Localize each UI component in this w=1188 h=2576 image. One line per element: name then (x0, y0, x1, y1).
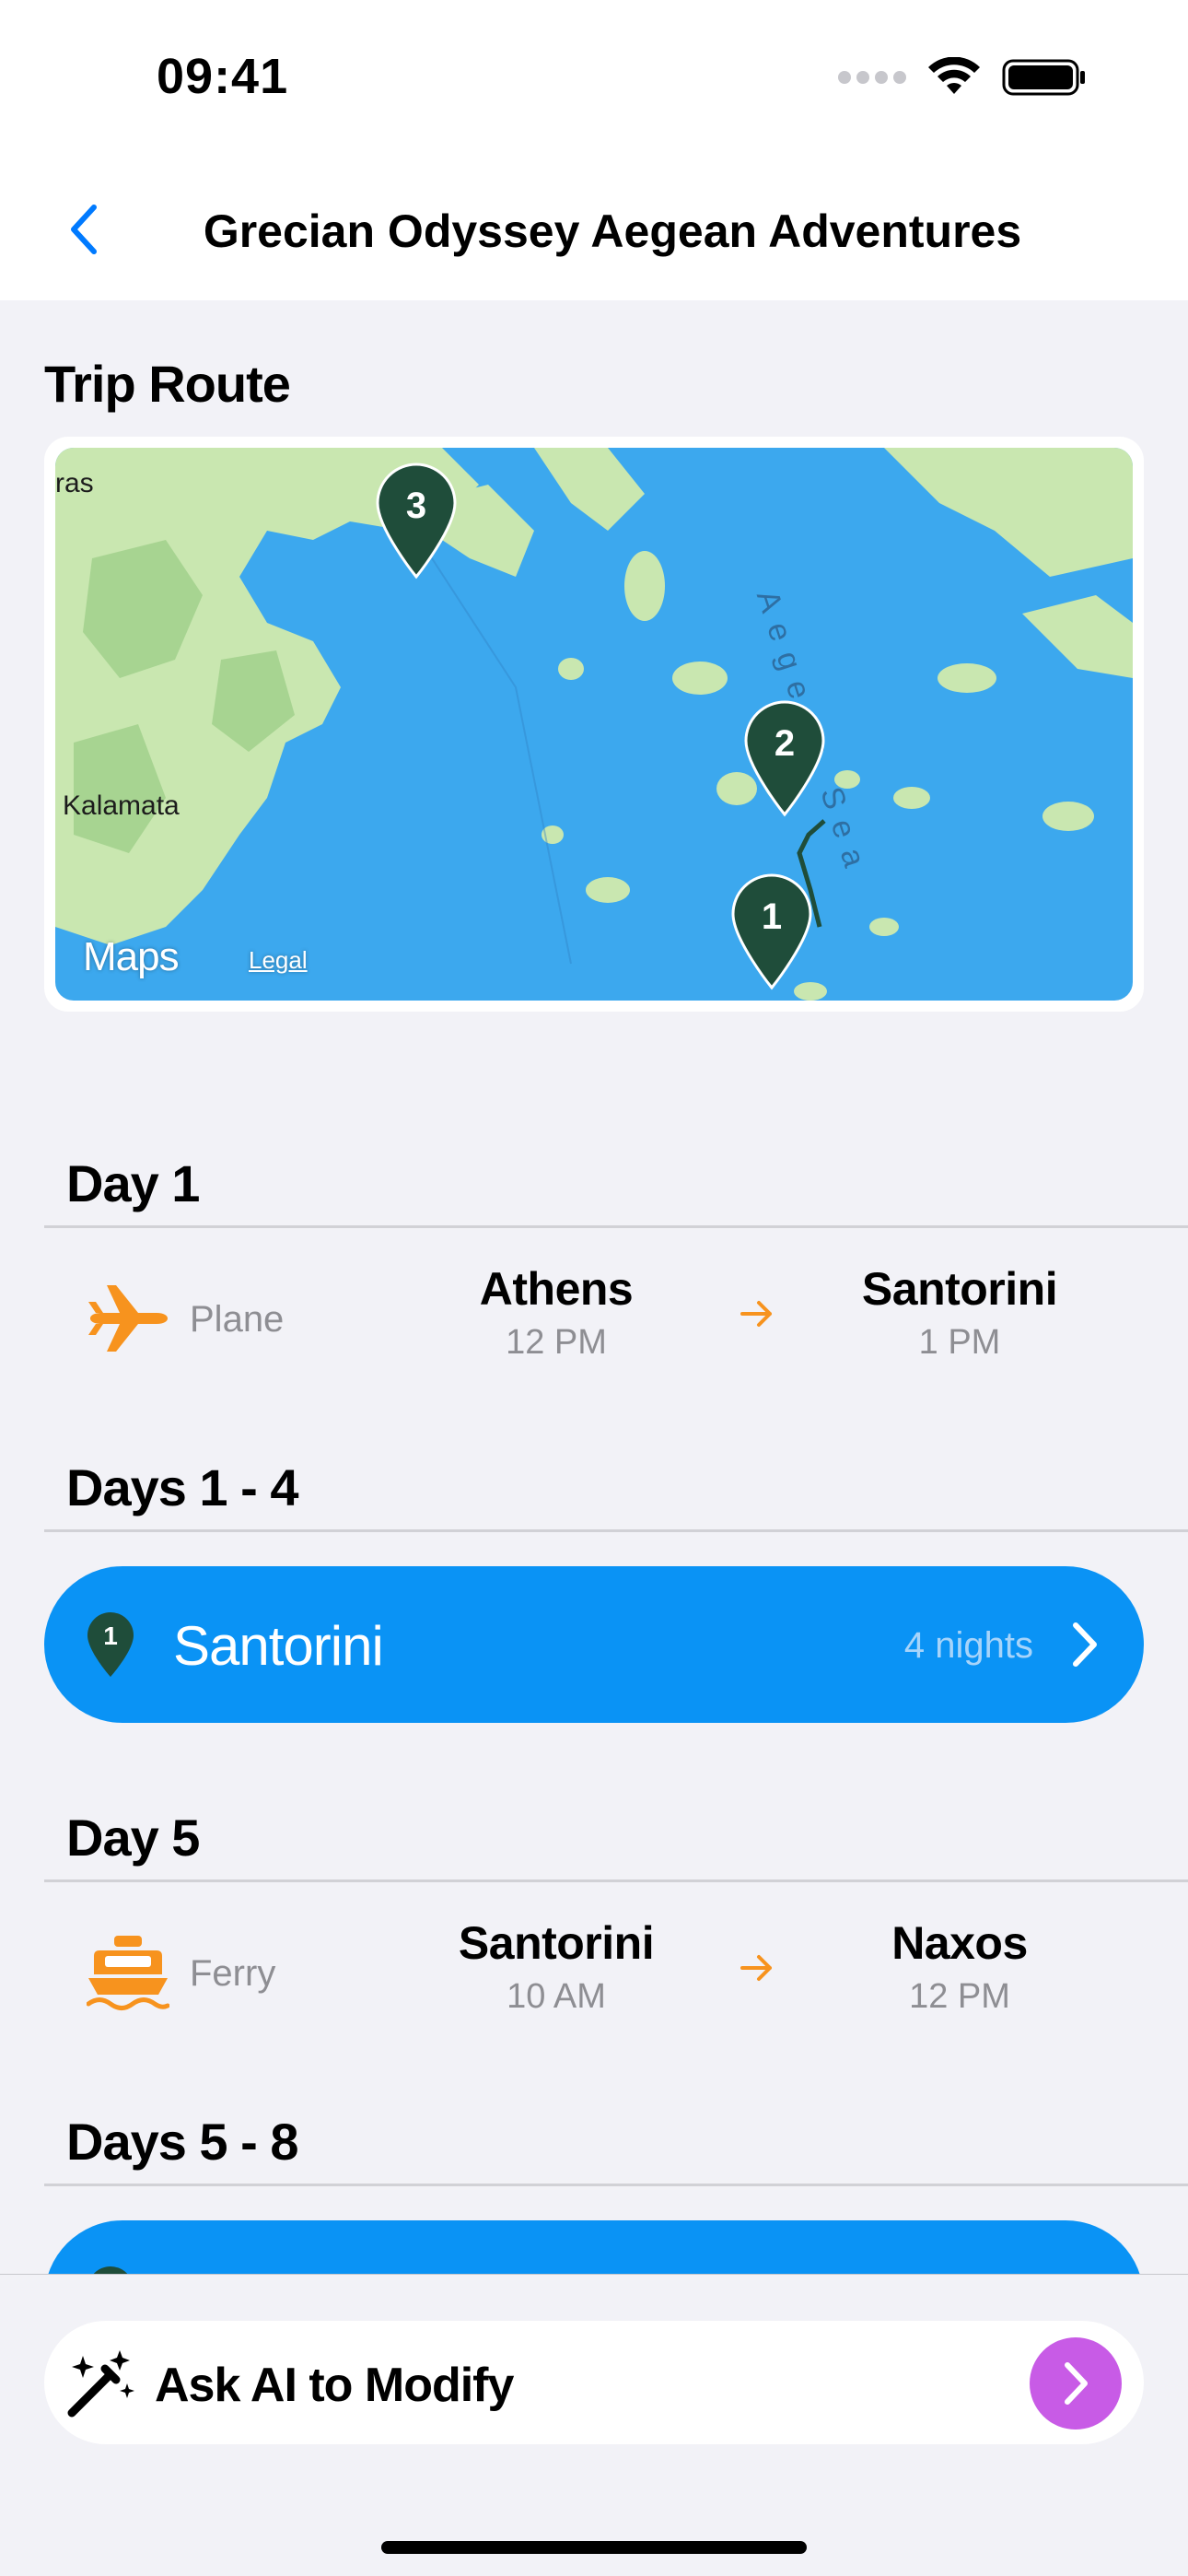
departure-city: Athens (479, 1263, 634, 1315)
arrival: Naxos 12 PM (821, 1916, 1098, 2017)
stay-city: Santorini (173, 1615, 384, 1677)
svg-text:1: 1 (762, 896, 782, 937)
map-city-label: ras (55, 468, 94, 498)
arrival-time: 1 PM (918, 1323, 1001, 1362)
page-title: Grecian Odyssey Aegean Adventures (203, 205, 1022, 257)
chevron-right-icon (1073, 1622, 1097, 1667)
svg-text:2: 2 (775, 723, 795, 764)
map-terrain (55, 448, 1133, 1001)
arrow-right-icon (740, 1301, 772, 1327)
map-pin-3[interactable]: 3 (372, 461, 460, 580)
ask-ai-submit-button[interactable] (1030, 2337, 1122, 2430)
svg-text:3: 3 (406, 486, 426, 526)
chevron-right-icon (1065, 2362, 1088, 2405)
navigation-bar: Grecian Odyssey Aegean Adventures (0, 157, 1188, 300)
divider (44, 1879, 1188, 1882)
ask-ai-label: Ask AI to Modify (155, 2359, 514, 2412)
transport-type: Ferry (190, 1953, 276, 1994)
map-pin-1[interactable]: 1 (728, 872, 816, 991)
transport-row-ferry[interactable]: Ferry Santorini 10 AM Naxos 12 PM (44, 1903, 1144, 2042)
arrival-city: Santorini (861, 1263, 1058, 1315)
magic-wand-icon (67, 2350, 134, 2418)
day-header: Day 5 (66, 1809, 200, 1867)
ask-ai-input[interactable]: Ask AI to Modify (44, 2321, 1144, 2444)
departure-time: 10 AM (507, 1977, 606, 2016)
divider (44, 1225, 1188, 1228)
departure: Santorini 10 AM (418, 1916, 694, 2017)
stay-card-santorini[interactable]: 1 Santorini 4 nights (44, 1566, 1144, 1723)
status-icons (838, 57, 1087, 98)
apple-maps-logo: Maps (83, 934, 180, 979)
home-indicator[interactable] (381, 2541, 807, 2554)
transport-row-plane[interactable]: Plane Athens 12 PM Santorini 1 PM (44, 1249, 1144, 1388)
battery-icon (1002, 59, 1085, 96)
ferry-icon (85, 1929, 171, 2016)
map-pin-2[interactable]: 2 (740, 698, 829, 818)
trip-route-title: Trip Route (44, 355, 291, 413)
status-bar: 09:41 (0, 0, 1188, 157)
route-map[interactable]: ras Kalamata Aegean Sea 3 2 1 Maps Legal (55, 448, 1133, 1001)
wifi-icon (928, 57, 980, 94)
divider (44, 1529, 1188, 1532)
bottom-panel: Ask AI to Modify (0, 2274, 1188, 2576)
day-header: Days 5 - 8 (66, 2113, 298, 2171)
transport-type: Plane (190, 1299, 285, 1340)
arrival-time: 12 PM (909, 1977, 1010, 2016)
cellular-signal-icon (838, 71, 906, 84)
departure-city: Santorini (458, 1917, 655, 1969)
map-kalamata-label: Kalamata (63, 790, 180, 821)
arrow-right-icon (740, 1955, 772, 1981)
plane-icon (85, 1275, 171, 1362)
departure: Athens 12 PM (418, 1262, 694, 1363)
map-pin-icon: 1 (87, 1612, 134, 1677)
map-legal-link[interactable]: Legal (249, 946, 308, 975)
departure-time: 12 PM (506, 1323, 607, 1362)
day-header: Day 1 (66, 1154, 200, 1212)
arrival: Santorini 1 PM (821, 1262, 1098, 1363)
svg-text:1: 1 (103, 1622, 118, 1650)
stay-nights: 4 nights (903, 1625, 1033, 1666)
arrival-city: Naxos (891, 1917, 1028, 1969)
day-header: Days 1 - 4 (66, 1458, 298, 1516)
divider (44, 2184, 1188, 2186)
route-map-card[interactable]: ras Kalamata Aegean Sea 3 2 1 Maps Legal (44, 437, 1144, 1012)
status-time: 09:41 (157, 49, 289, 104)
